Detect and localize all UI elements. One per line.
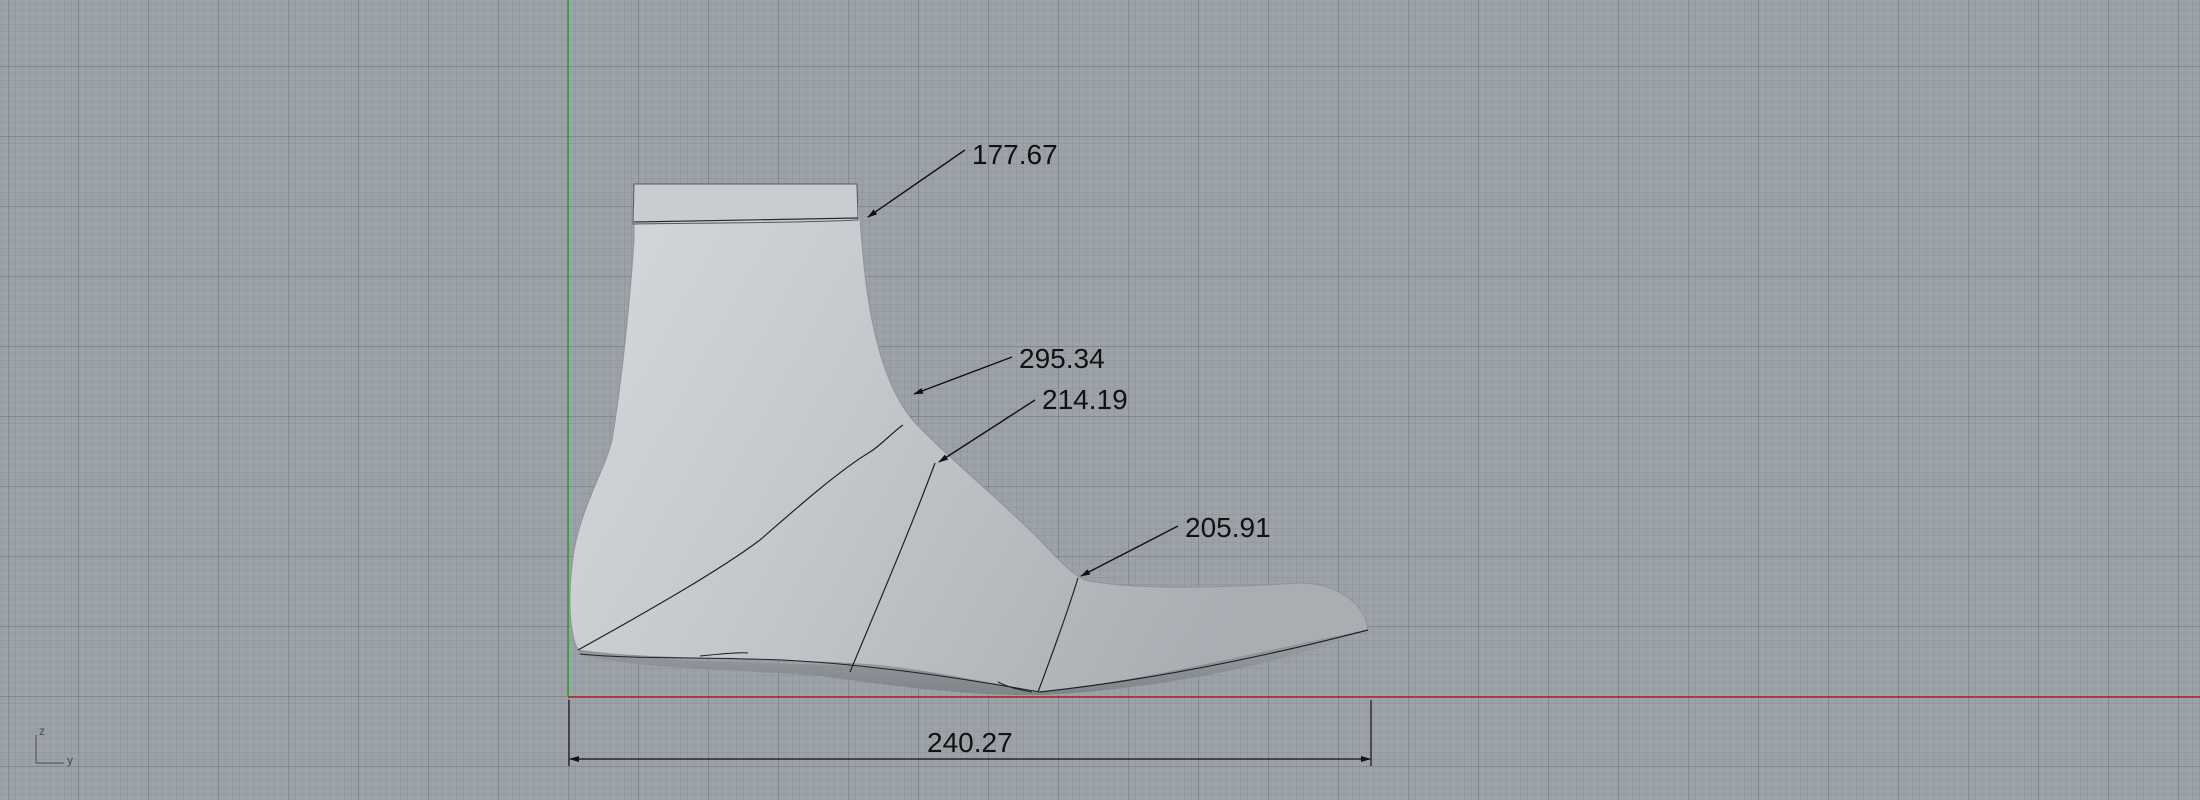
shoe-last-body [569, 183, 1369, 693]
dimension-instep-lower[interactable]: 214.19 [938, 384, 1128, 463]
dimension-instep-upper-value: 295.34 [1019, 343, 1105, 374]
dimension-ball-value: 205.91 [1185, 512, 1271, 543]
dimension-ball-leader [1080, 525, 1179, 577]
axis-gizmo-z-label: z [39, 724, 45, 738]
dimension-length[interactable]: 240.27 [568, 700, 1372, 766]
dimension-top-opening-value: 177.67 [972, 139, 1058, 170]
dimension-top-opening[interactable]: 177.67 [867, 139, 1058, 218]
viewport-3d[interactable]: 177.67 295.34 214.19 205.91 240.27 z y [0, 0, 2200, 800]
collar-rim [632, 183, 859, 225]
dimension-instep-lower-leader [938, 399, 1036, 463]
shoe-last-model[interactable] [569, 183, 1369, 696]
axis-gizmo-y-label: y [67, 753, 73, 767]
dimension-instep-lower-value: 214.19 [1042, 384, 1128, 415]
dimension-length-value: 240.27 [927, 727, 1013, 758]
dimension-instep-upper-leader [913, 356, 1013, 395]
dimension-top-opening-leader [867, 149, 966, 218]
dimension-ball[interactable]: 205.91 [1080, 512, 1271, 577]
axis-gizmo: z y [35, 724, 73, 767]
